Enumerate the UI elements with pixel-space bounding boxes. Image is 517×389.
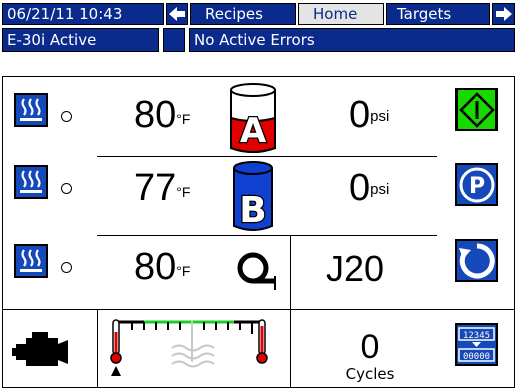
cycles-label: Cycles [345,365,395,383]
heat-hose-indicator [61,262,72,273]
heat-a-button[interactable] [14,93,48,127]
tank-b-icon: B [233,161,273,232]
pressure-b-value: 0psi [349,169,389,207]
tab-targets[interactable]: Targets [386,3,490,25]
tank-a-icon: A [230,83,276,153]
engine-icon [12,332,68,366]
left-arrow-icon [169,7,185,21]
counter-top: 12345 [463,331,490,341]
temp-a-number: 80 [134,94,177,136]
divider-vertical-engine [97,309,98,388]
counter-reset-icon: 12345 00000 [458,327,495,362]
heat-b-indicator [61,183,72,194]
park-button[interactable]: P [455,163,498,206]
cycle-count: 0 [360,328,380,366]
mix-chamber-size: J20 [326,248,385,289]
error-status: No Active Errors [189,28,515,52]
pressure-b-number: 0 [349,167,371,209]
next-screen-button[interactable] [492,3,515,25]
prev-screen-button[interactable] [166,3,188,25]
pressure-a-unit: psi [370,108,390,125]
temp-b-value: 77°F [134,169,190,207]
temp-b-unit: °F [176,184,191,200]
status-spacer [163,28,185,52]
temp-a-unit: °F [176,111,191,127]
tab-recipes[interactable]: Recipes [190,3,296,25]
divider-hose-status [2,309,515,310]
tab-home[interactable]: Home [298,3,384,25]
pressure-a-number: 0 [349,94,371,136]
divider-vertical-hose [290,235,291,309]
temp-a-value: 80°F [134,96,190,134]
divider-b-hose [97,235,437,236]
heat-hose-button[interactable] [14,244,48,278]
heat-b-button[interactable] [14,165,48,199]
park-icon: P [459,167,494,202]
svg-text:P: P [468,174,484,199]
reset-icon [458,242,495,278]
pressure-a-value: 0psi [349,96,389,134]
tank-b-letter: B [239,190,266,231]
system-mode-status: E-30i Active [2,28,159,52]
reset-cycle-counter-button[interactable]: 12345 00000 [455,323,498,366]
heat-icon [20,249,42,272]
heat-icon [20,98,42,121]
reset-button[interactable] [455,239,498,282]
temp-hose-unit: °F [176,263,191,279]
datetime-display: 06/21/11 10:43 [2,3,164,25]
temp-hose-value: 80°F [134,248,190,286]
start-button[interactable] [455,88,498,131]
temp-b-number: 77 [134,167,177,209]
heat-icon [20,170,42,193]
hose-icon [237,252,276,290]
heat-a-indicator [61,111,72,122]
tank-a-letter: A [240,111,267,151]
counter-bottom: 00000 [463,352,490,362]
pressure-b-unit: psi [370,181,390,198]
start-icon [457,89,496,130]
right-arrow-icon [495,7,512,21]
thermometer-icon [110,319,268,376]
divider-a-b [97,156,437,157]
temp-hose-number: 80 [134,246,177,288]
